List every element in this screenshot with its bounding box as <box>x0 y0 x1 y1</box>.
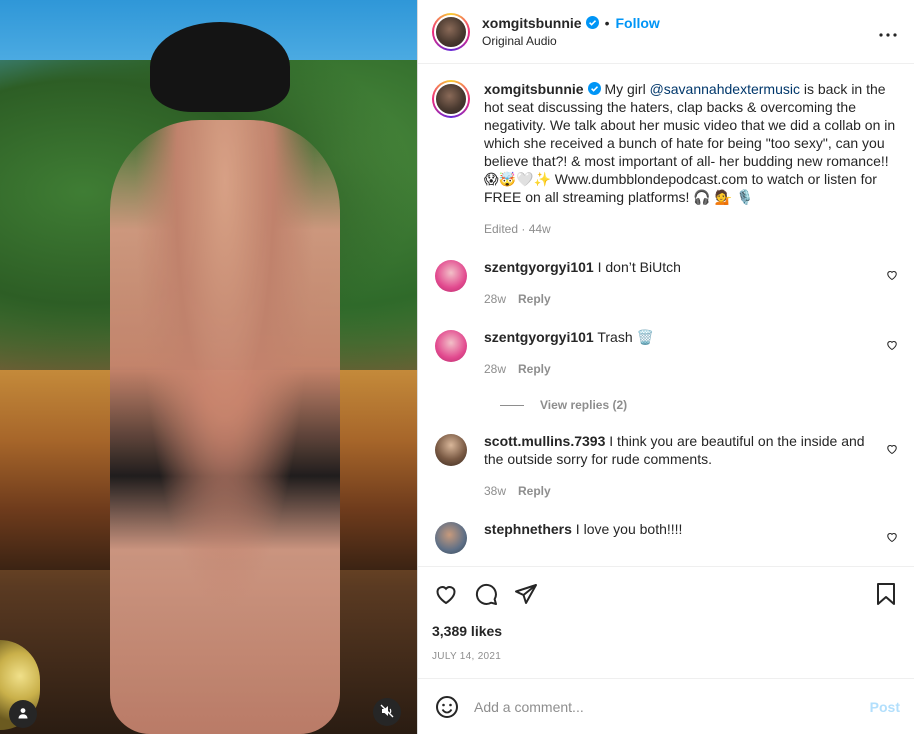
comment-time[interactable]: 28w <box>484 290 506 308</box>
comment-item: scott.mullins.7393 I think you are beaut… <box>432 432 900 500</box>
post-video[interactable] <box>0 0 417 734</box>
video-subject <box>110 120 340 734</box>
view-replies-label: View replies (2) <box>540 398 628 412</box>
commenter-avatar[interactable] <box>435 522 467 554</box>
author-username[interactable]: xomgitsbunnie <box>482 14 582 32</box>
post-actions: 3,389 likes July 14, 2021 <box>418 566 914 678</box>
like-comment-heart-icon[interactable] <box>886 268 898 281</box>
more-options-button[interactable] <box>876 20 900 44</box>
share-icon[interactable] <box>512 580 540 608</box>
reply-button[interactable]: Reply <box>518 482 551 500</box>
like-comment-heart-icon[interactable] <box>886 338 898 351</box>
post-header: xomgitsbunnie • Follow Original Audio <box>418 0 914 64</box>
likes-count[interactable]: 3,389 likes <box>432 623 900 639</box>
commenter-avatar[interactable] <box>435 434 467 466</box>
caption-avatar[interactable] <box>432 80 470 118</box>
caption-text-start: My girl <box>600 81 650 97</box>
caption-mention[interactable]: @savannahdextermusic <box>650 81 800 97</box>
user-tag-icon <box>17 706 29 722</box>
caption-text-end: is back in the hot seat discussing the h… <box>484 81 896 205</box>
video-subject-hat <box>150 22 290 112</box>
comment-text: I love you both!!!! <box>571 521 683 537</box>
commenter-avatar[interactable] <box>435 330 467 362</box>
more-icon <box>879 24 897 40</box>
comment-text: Trash 🗑️ <box>593 329 654 345</box>
comments-section[interactable]: xomgitsbunnie My girl @savannahdextermus… <box>418 64 914 566</box>
view-replies-button[interactable]: View replies (2) <box>500 398 900 412</box>
comment-username[interactable]: stephnethers <box>484 521 572 537</box>
comment-username[interactable]: szentgyorgyi101 <box>484 259 594 275</box>
comment-item: szentgyorgyi101 I don’t BiUtch 28w Reply <box>432 258 900 308</box>
post-date[interactable]: July 14, 2021 <box>432 651 900 678</box>
like-comment-heart-icon[interactable] <box>886 442 898 455</box>
post-dialog: xomgitsbunnie • Follow Original Audio xo… <box>0 0 914 734</box>
bookmark-icon[interactable] <box>872 580 900 608</box>
caption: xomgitsbunnie My girl @savannahdextermus… <box>432 80 900 238</box>
emoji-icon[interactable] <box>434 694 460 720</box>
mute-button[interactable] <box>373 698 401 726</box>
comment-input[interactable] <box>474 698 870 715</box>
post-side-panel: xomgitsbunnie • Follow Original Audio xo… <box>418 0 914 734</box>
post-comment-button[interactable]: Post <box>870 699 900 715</box>
author-avatar[interactable] <box>432 12 470 51</box>
caption-username[interactable]: xomgitsbunnie <box>484 81 584 97</box>
comment-item: stephnethers I love you both!!!! <box>432 520 900 554</box>
mute-icon <box>380 704 394 721</box>
view-replies-line <box>500 404 524 406</box>
caption-meta: Edited · 44w <box>484 222 551 236</box>
comment-item: szentgyorgyi101 Trash 🗑️ 28w Reply <box>432 328 900 378</box>
separator-dot: • <box>604 14 610 31</box>
user-tag-button[interactable] <box>9 700 37 728</box>
verified-badge-icon <box>587 82 601 95</box>
comment-username[interactable]: szentgyorgyi101 <box>484 329 594 345</box>
follow-button[interactable]: Follow <box>615 14 659 32</box>
comment-time[interactable]: 38w <box>484 482 506 500</box>
comment-icon[interactable] <box>472 580 500 608</box>
like-comment-heart-icon[interactable] <box>886 530 898 543</box>
comment-time[interactable]: 28w <box>484 360 506 378</box>
commenter-avatar[interactable] <box>435 260 467 292</box>
comment-username[interactable]: scott.mullins.7393 <box>484 433 605 449</box>
comment-composer: Post <box>418 678 914 734</box>
comment-text: I don’t BiUtch <box>593 259 681 275</box>
reply-button[interactable]: Reply <box>518 360 551 378</box>
audio-label[interactable]: Original Audio <box>482 32 660 50</box>
reply-button[interactable]: Reply <box>518 290 551 308</box>
heart-icon[interactable] <box>432 580 460 608</box>
verified-badge-icon <box>585 16 599 29</box>
